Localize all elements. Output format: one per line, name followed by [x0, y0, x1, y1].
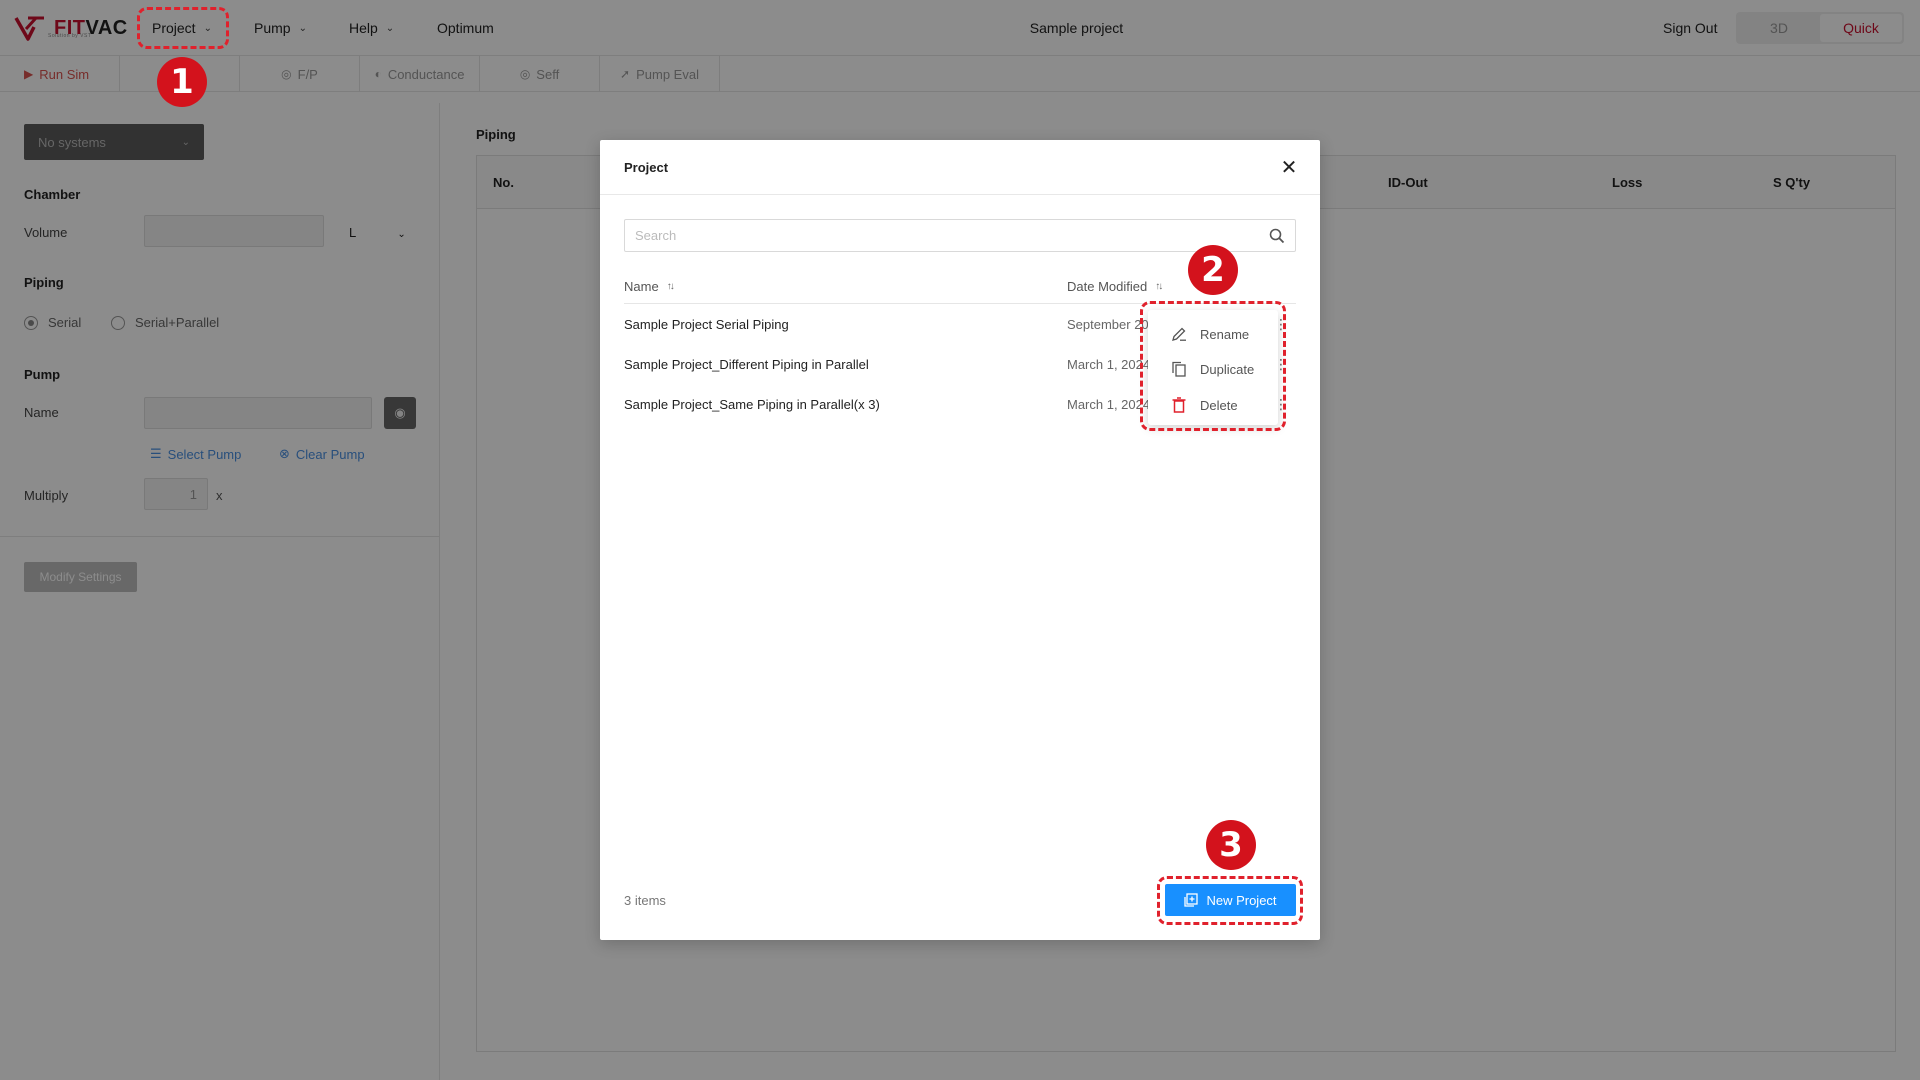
- search-input[interactable]: [625, 220, 1255, 251]
- highlight-new-project: [1157, 876, 1303, 925]
- dialog-header: Project ✕: [600, 140, 1320, 195]
- project-search: [624, 219, 1296, 252]
- highlight-project-menu: [137, 7, 229, 49]
- sort-icon: ↑↓: [1155, 281, 1163, 292]
- col-name-header[interactable]: Name ↑↓: [624, 269, 675, 304]
- callout-badge-1: 1: [157, 57, 207, 107]
- col-date-label: Date Modified: [1067, 279, 1148, 294]
- col-name-label: Name: [624, 279, 659, 294]
- project-name: Sample Project_Different Piping in Paral…: [624, 356, 869, 372]
- callout-badge-3: 3: [1206, 820, 1256, 870]
- project-name: Sample Project_Same Piping in Parallel(x…: [624, 396, 880, 412]
- sort-icon: ↑↓: [666, 281, 675, 292]
- dialog-title: Project: [624, 160, 669, 175]
- project-name: Sample Project Serial Piping: [624, 316, 789, 332]
- close-button[interactable]: ✕: [1276, 154, 1302, 180]
- close-icon: ✕: [1280, 156, 1298, 179]
- search-icon[interactable]: [1269, 228, 1285, 244]
- highlight-context-menu: [1140, 301, 1286, 431]
- items-count: 3 items: [624, 893, 666, 908]
- col-date-header[interactable]: Date Modified ↑↓: [1067, 269, 1163, 304]
- callout-badge-2: 2: [1188, 245, 1238, 295]
